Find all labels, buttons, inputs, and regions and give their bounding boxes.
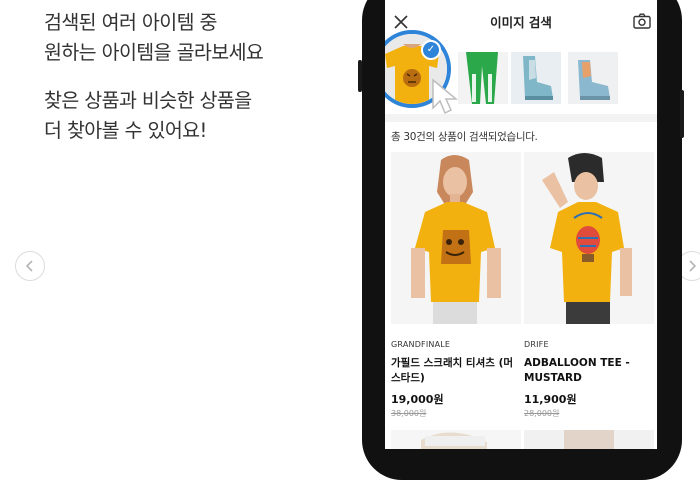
product-original-price: 38,000원	[391, 409, 427, 418]
chevron-left-icon	[25, 260, 33, 272]
camera-icon[interactable]	[633, 13, 651, 29]
pointer-cursor-icon	[432, 78, 459, 115]
selected-check-icon: ✓	[421, 40, 441, 60]
promo-text: 검색된 여러 아이템 중 원하는 아이템을 골라보세요 찾은 상품과 비슷한 상…	[44, 8, 364, 146]
phone-side-button	[680, 90, 684, 138]
product-image[interactable]	[524, 152, 654, 324]
product-original-price: 28,000원	[524, 409, 560, 418]
detected-item-thumbnail[interactable]	[458, 52, 508, 104]
product-card[interactable]: GRANDFINALE 가필드 스크래치 티셔츠 (머스타드) 19,000원 …	[391, 152, 521, 419]
product-card[interactable]: DRIFE ADBALLOON TEE - MUSTARD 11,900원 28…	[524, 152, 654, 419]
product-brand: DRIFE	[524, 340, 549, 349]
product-name[interactable]: ADBALLOON TEE - MUSTARD	[524, 356, 654, 386]
page-title: 이미지 검색	[490, 15, 552, 30]
section-divider	[385, 114, 657, 122]
product-brand: GRANDFINALE	[391, 340, 451, 349]
phone-side-button	[358, 60, 362, 92]
product-image[interactable]	[391, 152, 521, 324]
product-name[interactable]: 가필드 스크래치 티셔츠 (머스타드)	[391, 356, 521, 386]
promo-line: 찾은 상품과 비슷한 상품을	[44, 89, 252, 112]
product-card-partial[interactable]	[524, 430, 654, 449]
carousel-prev-button[interactable]	[15, 251, 45, 281]
phone-screen: 이미지 검색 ✓ 총 30건의 상품이 검색되었습니다. GRANDFINALE…	[385, 0, 657, 449]
product-price: 19,000원	[391, 393, 444, 406]
detected-item-thumbnail[interactable]	[511, 52, 561, 104]
product-price: 11,900원	[524, 393, 577, 406]
promo-line: 더 찾아볼 수 있어요!	[44, 119, 207, 142]
chevron-right-icon	[689, 260, 697, 272]
result-count: 총 30건의 상품이 검색되었습니다.	[391, 131, 538, 143]
promo-line: 검색된 여러 아이템 중	[44, 11, 217, 34]
product-card-partial[interactable]	[391, 430, 521, 449]
promo-line: 원하는 아이템을 골라보세요	[44, 41, 264, 64]
detected-item-thumbnail[interactable]	[568, 52, 618, 104]
